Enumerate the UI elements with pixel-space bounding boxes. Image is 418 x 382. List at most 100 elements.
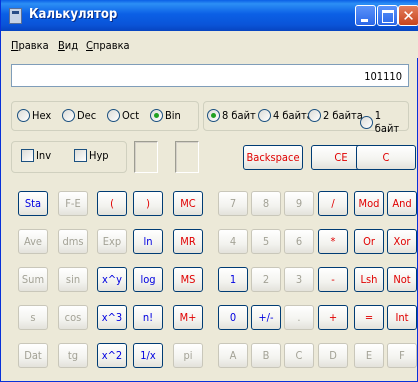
key-dms-button[interactable]: dms [58, 229, 88, 254]
menu-help-accel: С [86, 39, 93, 52]
key-Mplus-button[interactable]: M+ [173, 305, 203, 330]
key-ln-button[interactable]: ln [133, 229, 163, 254]
maximize-button[interactable] [377, 5, 398, 26]
key-3-button[interactable]: 3 [284, 267, 314, 292]
menu-help[interactable]: Справка [86, 39, 130, 52]
key-A-button[interactable]: A [218, 343, 248, 368]
key-rparen-button[interactable]: ) [133, 191, 163, 216]
key-1-button[interactable]: 1 [218, 267, 248, 292]
key-2-button[interactable]: 2 [251, 267, 281, 292]
key-sin-button[interactable]: sin [58, 267, 88, 292]
key-divide-button[interactable]: / [318, 191, 348, 216]
key-Ave-button[interactable]: Ave [18, 229, 48, 254]
key-5-button[interactable]: 5 [251, 229, 281, 254]
key-Mod-button[interactable]: Mod [354, 191, 384, 216]
key-7-button[interactable]: 7 [218, 191, 248, 216]
key-1dividex-button[interactable]: 1/x [133, 343, 163, 368]
key-8-button[interactable]: 8 [251, 191, 281, 216]
radio-1-byte-label: 1 байт [374, 109, 400, 135]
radio-2-bytes[interactable]: 2 байта [308, 109, 363, 122]
menu-edit-label: равка [18, 39, 49, 52]
key-decimal-button[interactable]: . [284, 305, 314, 330]
key-MC-button[interactable]: MC [173, 191, 203, 216]
key-9-button[interactable]: 9 [284, 191, 314, 216]
key-xpowy-button[interactable]: x^y [97, 267, 127, 292]
radio-8-bytes[interactable]: 8 байт [207, 109, 256, 122]
key-0-button[interactable]: 0 [218, 305, 248, 330]
key-plusdivideminus-button[interactable]: +/- [251, 305, 281, 330]
radio-bin-label: Bin [165, 109, 181, 122]
close-icon: ✕ [402, 7, 415, 25]
menu-view[interactable]: Вид [58, 39, 78, 52]
key-Exp-button[interactable]: Exp [97, 229, 127, 254]
key-And-button[interactable]: And [387, 191, 417, 216]
backspace-button[interactable]: Backspace [243, 145, 303, 170]
key-MR-button[interactable]: MR [173, 229, 203, 254]
radio-hex[interactable]: Hex [17, 109, 51, 122]
radio-4-bytes[interactable]: 4 байта [258, 109, 313, 122]
clear-button[interactable]: C [356, 145, 416, 170]
minimize-button[interactable] [355, 5, 376, 26]
radio-2-bytes-dot [308, 109, 321, 122]
radio-dec-label: Dec [77, 109, 97, 122]
key-Int-button[interactable]: Int [387, 305, 417, 330]
key-s-button[interactable]: s [18, 305, 48, 330]
key-MS-button[interactable]: MS [173, 267, 203, 292]
key-minus-button[interactable]: - [318, 267, 348, 292]
key-nfact-button[interactable]: n! [133, 305, 163, 330]
title-bar[interactable]: Калькулятор ✕ [1, 0, 418, 31]
key-Sta-button[interactable]: Sta [18, 191, 48, 216]
key-log-button[interactable]: log [133, 267, 163, 292]
radio-hex-dot [17, 109, 30, 122]
key-pi-button[interactable]: pi [173, 343, 203, 368]
checkbox-hyp-label: Hyp [89, 149, 109, 162]
key-E-button[interactable]: E [354, 343, 384, 368]
radio-dec[interactable]: Dec [62, 109, 96, 122]
key-F-button[interactable]: F [387, 343, 417, 368]
radio-1-byte[interactable]: 1 байт [360, 109, 408, 135]
key-tg-button[interactable]: tg [58, 343, 88, 368]
key-cos-button[interactable]: cos [58, 305, 88, 330]
radio-8-bytes-label: 8 байт [222, 109, 256, 122]
number-base-group: Hex Dec Oct Bin [11, 101, 199, 131]
key-6-button[interactable]: 6 [284, 229, 314, 254]
key-xpow2-button[interactable]: x^2 [97, 343, 127, 368]
checkbox-inv[interactable]: Inv [21, 149, 51, 162]
key-FminusE-button[interactable]: F-E [58, 191, 88, 216]
calculator-window: Калькулятор ✕ Правка Вид Справка 101110 … [0, 0, 418, 382]
radio-oct-label: Oct [122, 109, 140, 122]
key-Or-button[interactable]: Or [354, 229, 384, 254]
menu-help-label: правка [92, 39, 130, 52]
menu-bar: Правка Вид Справка [1, 31, 418, 58]
radio-4-bytes-dot [258, 109, 271, 122]
key-C-button[interactable]: C [284, 343, 314, 368]
radio-oct[interactable]: Oct [107, 109, 139, 122]
radio-4-bytes-label: 4 байта [273, 109, 313, 122]
key-plus-button[interactable]: + [318, 305, 348, 330]
radio-8-bytes-dot [207, 109, 220, 122]
key-D-button[interactable]: D [318, 343, 348, 368]
key-Not-button[interactable]: Not [387, 267, 417, 292]
menu-edit[interactable]: Правка [11, 39, 49, 52]
radio-1-byte-dot [360, 115, 373, 129]
checkbox-inv-label: Inv [36, 149, 52, 162]
radio-bin[interactable]: Bin [150, 109, 181, 122]
key-lparen-button[interactable]: ( [97, 191, 127, 216]
key-4-button[interactable]: 4 [218, 229, 248, 254]
key-Xor-button[interactable]: Xor [387, 229, 417, 254]
parenthesis-indicator [134, 141, 158, 173]
checkbox-hyp[interactable]: Hyp [74, 149, 109, 162]
key-Sum-button[interactable]: Sum [18, 267, 48, 292]
key-xpow3-button[interactable]: x^3 [97, 305, 127, 330]
close-button[interactable]: ✕ [398, 5, 418, 26]
radio-hex-label: Hex [32, 109, 52, 122]
radio-2-bytes-label: 2 байта [323, 109, 363, 122]
result-display[interactable]: 101110 [11, 64, 409, 87]
key-Lsh-button[interactable]: Lsh [354, 267, 384, 292]
radio-bin-dot [150, 109, 163, 122]
key-equals-button[interactable]: = [354, 305, 384, 330]
checkbox-inv-box [21, 149, 34, 162]
key-B-button[interactable]: B [251, 343, 281, 368]
key-multiply-button[interactable]: * [318, 229, 348, 254]
key-Dat-button[interactable]: Dat [18, 343, 48, 368]
